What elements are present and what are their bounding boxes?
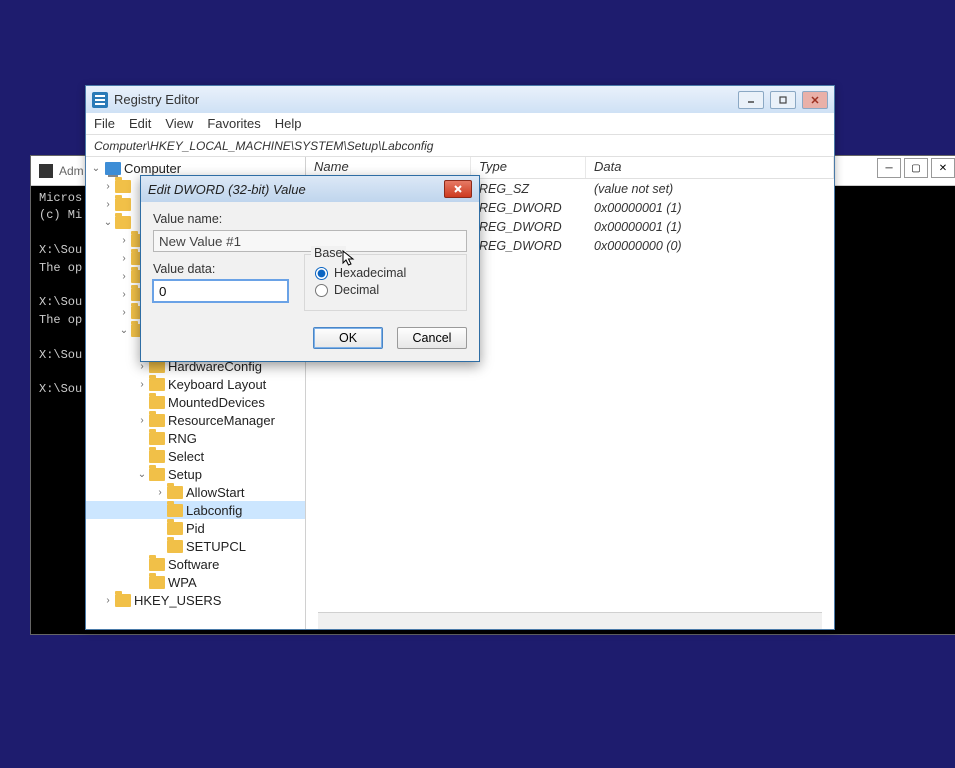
chevron-down-icon[interactable]: ⌄ — [118, 325, 130, 336]
folder-icon — [149, 396, 165, 409]
folder-icon — [149, 576, 165, 589]
tree-node-rng[interactable]: RNG — [86, 429, 305, 447]
cmd-icon — [39, 164, 53, 178]
chevron-down-icon[interactable]: ⌄ — [136, 469, 148, 480]
chevron-right-icon[interactable]: › — [118, 235, 130, 246]
chevron-down-icon[interactable]: ⌄ — [102, 217, 114, 228]
regedit-title: Registry Editor — [114, 92, 738, 107]
menu-edit[interactable]: Edit — [129, 116, 151, 131]
chevron-right-icon[interactable]: › — [136, 361, 148, 372]
address-bar[interactable]: Computer\HKEY_LOCAL_MACHINE\SYSTEM\Setup… — [86, 135, 834, 157]
radio-hexadecimal[interactable]: Hexadecimal — [315, 266, 456, 280]
folder-icon — [115, 198, 131, 211]
base-label: Base — [311, 246, 346, 260]
folder-icon — [115, 216, 131, 229]
dialog-title: Edit DWORD (32-bit) Value — [148, 182, 444, 197]
folder-icon — [149, 558, 165, 571]
chevron-right-icon[interactable]: › — [136, 415, 148, 426]
console-window-controls: ─ ▢ ✕ — [877, 158, 955, 178]
menu-help[interactable]: Help — [275, 116, 302, 131]
ok-button[interactable]: OK — [313, 327, 383, 349]
tree-node-labconfig[interactable]: Labconfig — [86, 501, 305, 519]
folder-icon — [149, 468, 165, 481]
folder-icon — [167, 540, 183, 553]
edit-dword-dialog: Edit DWORD (32-bit) Value Value name: Va… — [140, 175, 480, 362]
folder-icon — [115, 594, 131, 607]
chevron-right-icon[interactable]: › — [118, 253, 130, 264]
base-group: Base Hexadecimal Decimal — [304, 254, 467, 311]
chevron-right-icon[interactable]: › — [118, 289, 130, 300]
radio-hex-input[interactable] — [315, 267, 328, 280]
regedit-icon — [92, 92, 108, 108]
col-header-type[interactable]: Type — [471, 157, 586, 178]
tree-node-setup[interactable]: ⌄Setup — [86, 465, 305, 483]
value-name-label: Value name: — [153, 212, 467, 226]
tree-node-wpa[interactable]: WPA — [86, 573, 305, 591]
dialog-titlebar[interactable]: Edit DWORD (32-bit) Value — [141, 176, 479, 202]
folder-icon — [149, 450, 165, 463]
chevron-right-icon[interactable]: › — [102, 199, 114, 210]
minimize-button[interactable] — [738, 91, 764, 109]
col-header-data[interactable]: Data — [586, 157, 834, 178]
tree-node-setupcl[interactable]: SETUPCL — [86, 537, 305, 555]
regedit-window-controls — [738, 91, 828, 109]
chevron-right-icon[interactable]: › — [102, 181, 114, 192]
radio-dec-input[interactable] — [315, 284, 328, 297]
maximize-button[interactable] — [770, 91, 796, 109]
tree-node-select[interactable]: Select — [86, 447, 305, 465]
value-data-field[interactable] — [153, 280, 288, 302]
value-name-field[interactable] — [153, 230, 467, 252]
chevron-right-icon[interactable]: › — [118, 271, 130, 282]
tree-node-pid[interactable]: Pid — [86, 519, 305, 537]
cancel-button[interactable]: Cancel — [397, 327, 467, 349]
tree-node-mounteddevices[interactable]: MountedDevices — [86, 393, 305, 411]
chevron-right-icon[interactable]: › — [154, 487, 166, 498]
folder-icon — [149, 432, 165, 445]
folder-icon — [167, 486, 183, 499]
folder-icon — [167, 504, 183, 517]
close-button[interactable] — [802, 91, 828, 109]
radio-decimal[interactable]: Decimal — [315, 283, 456, 297]
chevron-down-icon[interactable]: ⌄ — [90, 163, 102, 174]
menubar: File Edit View Favorites Help — [86, 113, 834, 135]
folder-icon — [167, 522, 183, 535]
close-button[interactable] — [444, 180, 472, 198]
minimize-button[interactable]: ─ — [877, 158, 901, 178]
tree-node-software[interactable]: Software — [86, 555, 305, 573]
folder-icon — [149, 414, 165, 427]
maximize-button[interactable]: ▢ — [904, 158, 928, 178]
value-data-label: Value data: — [153, 262, 288, 276]
folder-icon — [149, 378, 165, 391]
folder-icon — [115, 180, 131, 193]
chevron-right-icon[interactable]: › — [102, 595, 114, 606]
menu-view[interactable]: View — [165, 116, 193, 131]
menu-favorites[interactable]: Favorites — [207, 116, 260, 131]
close-button[interactable]: ✕ — [931, 158, 955, 178]
tree-node-resourcemanager[interactable]: ›ResourceManager — [86, 411, 305, 429]
regedit-titlebar[interactable]: Registry Editor — [86, 86, 834, 113]
computer-icon — [105, 162, 121, 175]
tree-node-keyboard-layout[interactable]: ›Keyboard Layout — [86, 375, 305, 393]
horizontal-scrollbar[interactable] — [318, 612, 822, 629]
tree-node-allowstart[interactable]: ›AllowStart — [86, 483, 305, 501]
tree-node-hkey-users[interactable]: ›HKEY_USERS — [86, 591, 305, 609]
menu-file[interactable]: File — [94, 116, 115, 131]
chevron-right-icon[interactable]: › — [136, 379, 148, 390]
chevron-right-icon[interactable]: › — [118, 307, 130, 318]
